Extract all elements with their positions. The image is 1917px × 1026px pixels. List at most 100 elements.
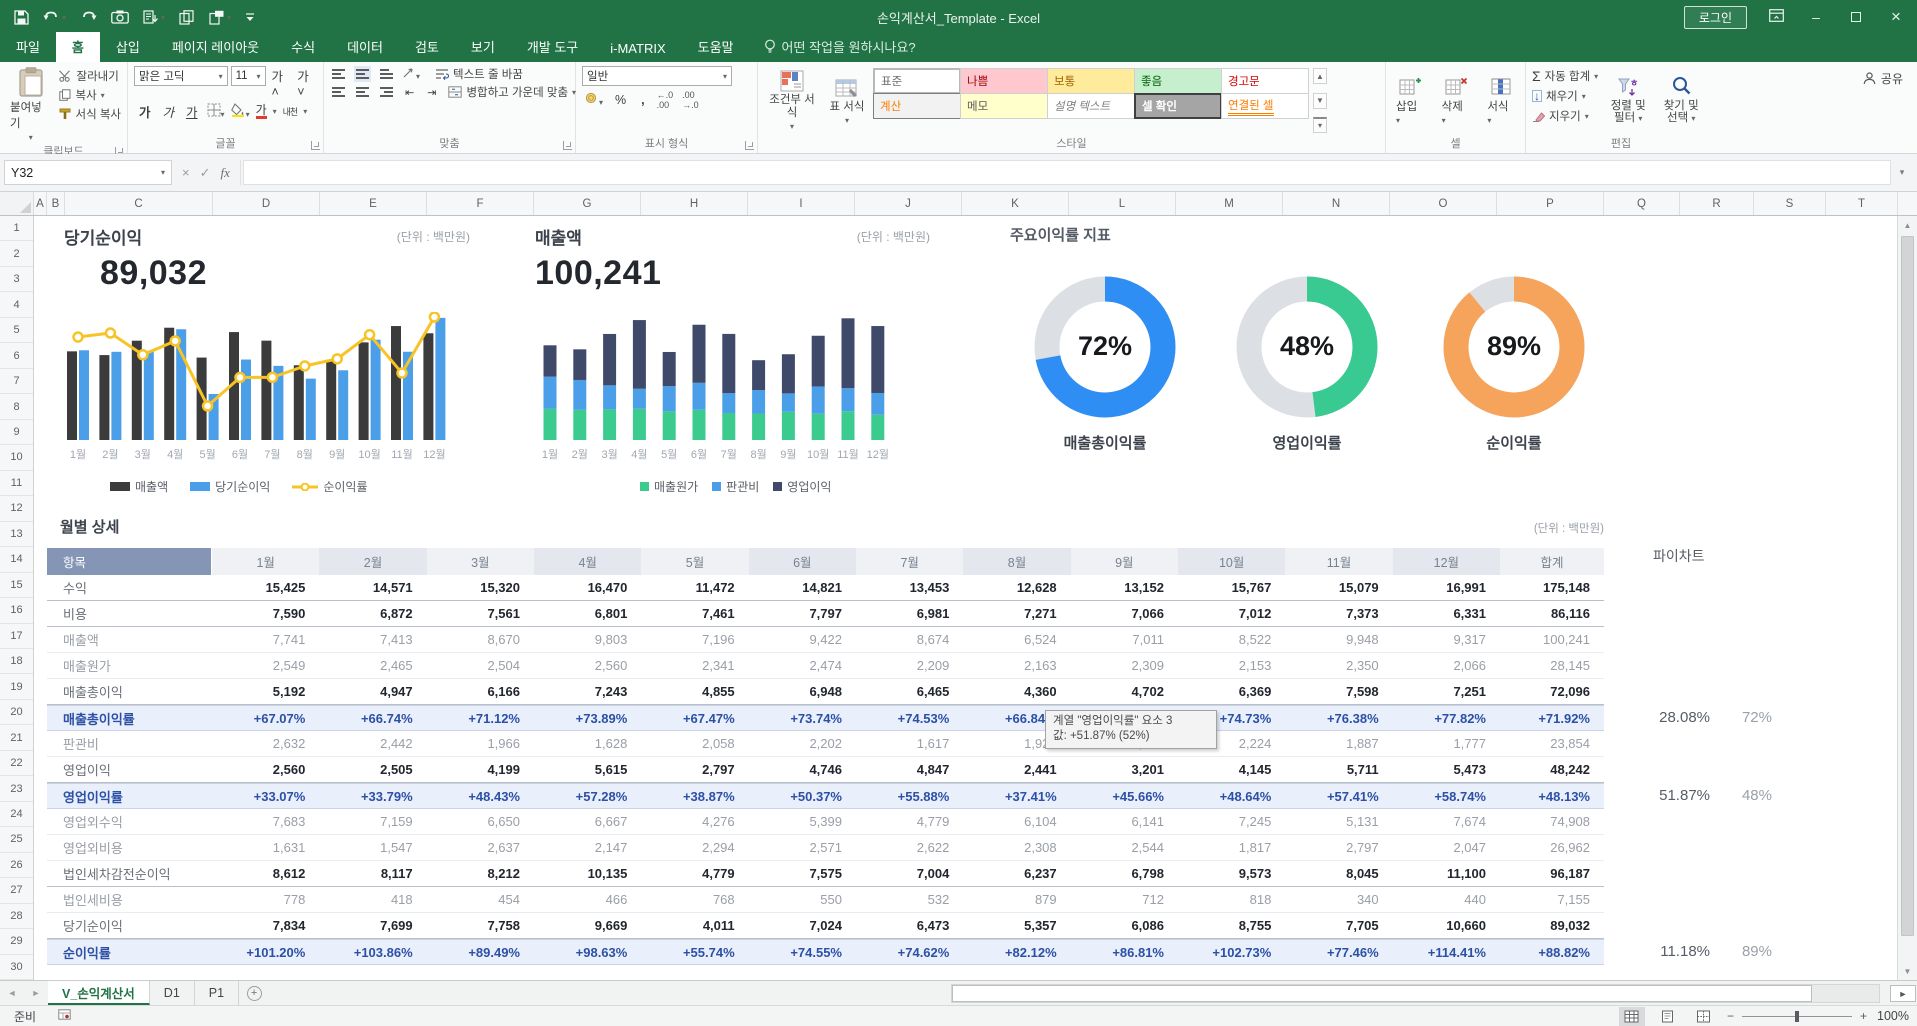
column-header-B[interactable]: B bbox=[47, 192, 65, 215]
row-header-11[interactable]: 11 bbox=[0, 471, 33, 496]
row-header-21[interactable]: 21 bbox=[0, 725, 33, 750]
page-break-view-icon[interactable] bbox=[1691, 1007, 1717, 1026]
scroll-right-icon[interactable]: ► bbox=[1890, 985, 1916, 1002]
cell-style-표준[interactable]: 표준 bbox=[873, 68, 961, 94]
format-painter-button[interactable]: 서식 복사 bbox=[59, 106, 121, 122]
borders-icon[interactable]: ▾ bbox=[207, 103, 225, 120]
row-header-9[interactable]: 9 bbox=[0, 420, 33, 445]
column-header-A[interactable]: A bbox=[34, 192, 47, 215]
row-header-19[interactable]: 19 bbox=[0, 674, 33, 699]
page-layout-view-icon[interactable] bbox=[1655, 1007, 1681, 1026]
table-row-매출액[interactable]: 매출액7,7417,4138,6709,8037,1969,4228,6746,… bbox=[47, 627, 1604, 653]
insert-cells-button[interactable]: 삽입 ▾ bbox=[1392, 66, 1428, 135]
save-icon[interactable] bbox=[14, 10, 29, 25]
column-header-O[interactable]: O bbox=[1390, 192, 1497, 215]
column-header-H[interactable]: H bbox=[641, 192, 748, 215]
sheet-tab-V_손익계산서[interactable]: V_손익계산서 bbox=[48, 981, 150, 1005]
column-header-N[interactable]: N bbox=[1283, 192, 1390, 215]
column-header-K[interactable]: K bbox=[962, 192, 1069, 215]
font-dialog-launcher-icon[interactable] bbox=[311, 141, 320, 150]
font-color-icon[interactable]: 가 bbox=[256, 105, 267, 119]
column-header-J[interactable]: J bbox=[855, 192, 962, 215]
insert-function-icon[interactable]: fx bbox=[221, 165, 230, 181]
new-sheet-button[interactable]: + bbox=[239, 981, 269, 1005]
paste-button[interactable]: 붙여넣기▾ bbox=[6, 66, 55, 143]
wrap-text-button[interactable]: 텍스트 줄 바꿈 bbox=[435, 66, 523, 82]
zoom-thumb[interactable] bbox=[1795, 1011, 1799, 1022]
zoom-slider[interactable]: − + bbox=[1727, 1009, 1867, 1023]
row-header-28[interactable]: 28 bbox=[0, 904, 33, 929]
row-header-4[interactable]: 4 bbox=[0, 292, 33, 317]
align-left-icon[interactable] bbox=[330, 84, 347, 100]
column-header-F[interactable]: F bbox=[427, 192, 534, 215]
column-header-I[interactable]: I bbox=[748, 192, 855, 215]
row-header-24[interactable]: 24 bbox=[0, 802, 33, 827]
row-header-26[interactable]: 26 bbox=[0, 853, 33, 878]
name-box[interactable]: Y32▾ bbox=[4, 160, 172, 185]
delete-cells-button[interactable]: 삭제 ▾ bbox=[1438, 66, 1474, 135]
sheet-tab-D1[interactable]: D1 bbox=[150, 981, 195, 1005]
row-header-23[interactable]: 23 bbox=[0, 776, 33, 801]
row-header-27[interactable]: 27 bbox=[0, 878, 33, 903]
table-row-법인세차감전순이익[interactable]: 법인세차감전순이익8,6128,1178,21210,1354,7797,575… bbox=[47, 861, 1604, 887]
grow-font-icon[interactable]: 가˄ bbox=[269, 66, 292, 99]
column-header-E[interactable]: E bbox=[320, 192, 427, 215]
row-header-10[interactable]: 10 bbox=[0, 445, 33, 470]
column-header-Q[interactable]: Q bbox=[1604, 192, 1680, 215]
font-size-combo[interactable]: 11▾ bbox=[231, 66, 266, 86]
table-row-영업외비용[interactable]: 영업외비용1,6311,5472,6372,1472,2942,5712,622… bbox=[47, 835, 1604, 861]
align-middle-icon[interactable] bbox=[354, 66, 371, 82]
ribbon-tab-i-MATRIX[interactable]: i-MATRIX bbox=[594, 36, 681, 62]
column-header-T[interactable]: T bbox=[1826, 192, 1898, 215]
monthly-detail-table[interactable]: 항목1월2월3월4월5월6월7월8월9월10월11월12월합계수익15,4251… bbox=[47, 548, 1604, 965]
vertical-scrollbar[interactable]: ▲ ▼ bbox=[1897, 216, 1917, 980]
ribbon-display-options-icon[interactable] bbox=[1765, 9, 1787, 25]
row-header-1[interactable]: 1 bbox=[0, 216, 33, 241]
row-header-6[interactable]: 6 bbox=[0, 343, 33, 368]
column-header-P[interactable]: P bbox=[1497, 192, 1604, 215]
find-select-button[interactable]: 찾기 및선택 ▾ bbox=[1658, 66, 1704, 135]
table-row-영업이익[interactable]: 영업이익2,5602,5054,1995,6152,7974,7464,8472… bbox=[47, 757, 1604, 783]
kpi-donut-순이익률[interactable]: 89% bbox=[1442, 275, 1586, 419]
ribbon-tab-보기[interactable]: 보기 bbox=[455, 32, 511, 62]
column-header-R[interactable]: R bbox=[1680, 192, 1754, 215]
row-header-2[interactable]: 2 bbox=[0, 241, 33, 266]
table-row-매출총이익률[interactable]: 매출총이익률+67.07%+66.74%+71.12%+73.89%+67.47… bbox=[47, 705, 1604, 731]
shrink-font-icon[interactable]: 가˅ bbox=[294, 66, 317, 99]
alignment-dialog-launcher-icon[interactable] bbox=[563, 141, 572, 150]
horizontal-scrollbar[interactable]: ► bbox=[951, 984, 1880, 1003]
phonetic-icon[interactable]: 내천 bbox=[283, 105, 298, 118]
decrease-indent-icon[interactable]: ⇤ bbox=[402, 86, 417, 99]
close-button[interactable]: × bbox=[1885, 7, 1907, 27]
undo-icon[interactable]: ▾ bbox=[43, 10, 66, 24]
cell-style-계산[interactable]: 계산 bbox=[873, 93, 961, 119]
row-header-14[interactable]: 14 bbox=[0, 547, 33, 572]
formula-bar-expand-icon[interactable]: ▾ bbox=[1891, 167, 1913, 178]
styles-gallery-scroll[interactable]: ▲▼▾ bbox=[1313, 66, 1327, 135]
font-name-combo[interactable]: 맑은 고딕▾ bbox=[134, 66, 228, 86]
table-row-매출총이익[interactable]: 매출총이익5,1924,9476,1667,2434,8556,9486,465… bbox=[47, 679, 1604, 705]
italic-icon[interactable]: 가 bbox=[160, 102, 178, 121]
paste-values-icon[interactable]: ▾ bbox=[143, 10, 165, 25]
zoom-in-icon[interactable]: + bbox=[1860, 1009, 1867, 1023]
row-header-20[interactable]: 20 bbox=[0, 700, 33, 725]
formula-input[interactable] bbox=[243, 160, 1891, 185]
copy-button[interactable]: 복사▾ bbox=[59, 87, 121, 103]
customize-qat-icon[interactable] bbox=[245, 11, 255, 23]
scroll-down-icon[interactable]: ▼ bbox=[1898, 962, 1917, 980]
table-row-판관비[interactable]: 판관비2,6322,4421,9661,6282,0582,2021,6171,… bbox=[47, 731, 1604, 757]
login-button[interactable]: 로그인 bbox=[1684, 6, 1747, 29]
ribbon-tab-도움말[interactable]: 도움말 bbox=[682, 32, 750, 62]
row-header-5[interactable]: 5 bbox=[0, 318, 33, 343]
copy-sheet-icon[interactable] bbox=[179, 10, 195, 25]
cell-style-경고문[interactable]: 경고문 bbox=[1221, 68, 1309, 94]
format-as-table-button[interactable]: 표 서식▾ bbox=[824, 66, 870, 135]
table-row-당기순이익[interactable]: 당기순이익7,8347,6997,7589,6694,0117,0246,473… bbox=[47, 913, 1604, 939]
row-header-15[interactable]: 15 bbox=[0, 573, 33, 598]
cancel-icon[interactable]: × bbox=[182, 165, 190, 180]
tell-me-box[interactable]: 어떤 작업을 원하시나요? bbox=[750, 32, 930, 62]
table-row-매출원가[interactable]: 매출원가2,5492,4652,5042,5602,3412,4742,2092… bbox=[47, 653, 1604, 679]
row-header-25[interactable]: 25 bbox=[0, 827, 33, 852]
align-top-icon[interactable] bbox=[330, 66, 347, 82]
conditional-formatting-button[interactable]: 조건부 서식▾ bbox=[764, 66, 820, 135]
